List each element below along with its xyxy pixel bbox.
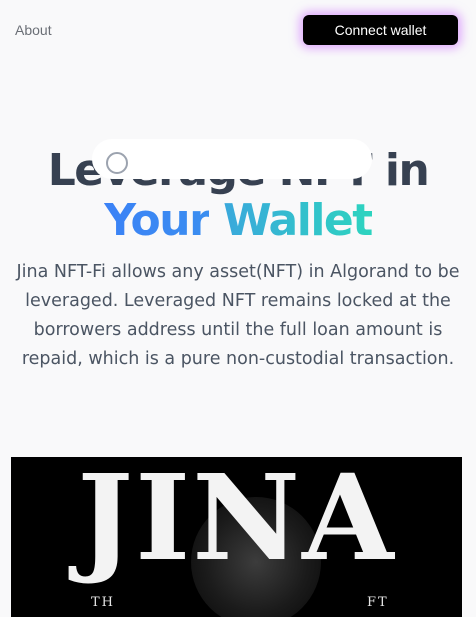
hero-title-wallet: Wallet	[223, 195, 373, 246]
hero-title-line2: Your Wallet	[0, 196, 476, 246]
jina-logo-text: JINA	[77, 457, 396, 587]
video-tagline-right: FT	[367, 595, 389, 610]
nav-about-link[interactable]: About	[15, 22, 52, 38]
landing-page: About Connect wallet Leverage NFT in You…	[0, 0, 476, 617]
hero-description: Jina NFT-Fi allows any asset(NFT) in Alg…	[16, 262, 460, 369]
hero-title-your: Your	[104, 195, 211, 246]
promo-video[interactable]: JINA TH FT	[11, 457, 462, 617]
circle-icon[interactable]	[106, 152, 128, 174]
video-tagline-left: TH	[91, 595, 116, 610]
connect-wallet-button[interactable]: Connect wallet	[303, 15, 458, 45]
video-controls-pill[interactable]	[92, 139, 372, 179]
